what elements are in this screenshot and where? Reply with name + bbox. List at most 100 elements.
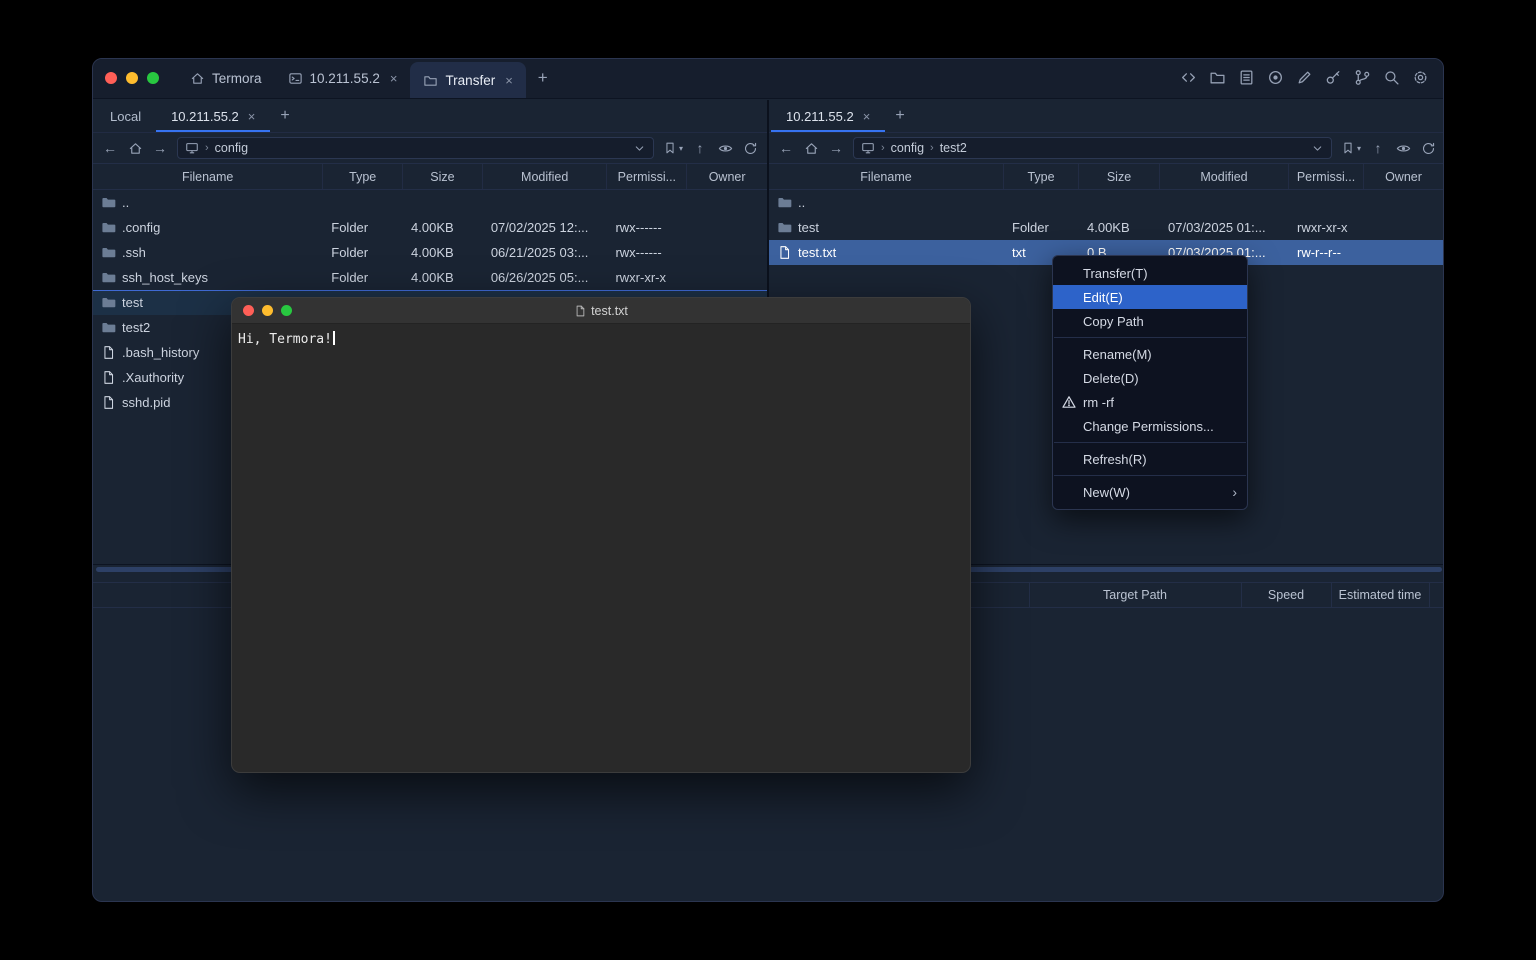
gear-icon[interactable] [1412, 69, 1429, 86]
path-breadcrumb[interactable]: › config › test2 [853, 137, 1332, 159]
subtab-local[interactable]: Local [95, 100, 156, 132]
close-icon[interactable]: × [505, 73, 513, 88]
record-icon[interactable] [1267, 69, 1284, 86]
back-icon[interactable]: ← [102, 141, 118, 155]
cell-size [1079, 190, 1160, 215]
editor-content[interactable]: Hi, Termora! [232, 324, 970, 354]
up-directory-icon[interactable]: ↑ [1370, 141, 1386, 155]
close-icon[interactable]: × [863, 109, 871, 124]
chevron-down-icon[interactable] [633, 142, 646, 155]
table-row[interactable]: .. [93, 190, 767, 215]
toolbar [1180, 69, 1443, 98]
column-header-size[interactable]: Size [403, 164, 483, 189]
table-row[interactable]: test Folder 4.00KB 07/03/2025 01:... rwx… [769, 215, 1444, 240]
close-icon[interactable]: × [390, 71, 398, 86]
column-divider [1429, 583, 1430, 607]
subtab-host[interactable]: 10.211.55.2 × [156, 100, 270, 132]
refresh-icon[interactable] [742, 141, 758, 156]
refresh-icon[interactable] [1420, 141, 1436, 156]
path-breadcrumb[interactable]: › config [177, 137, 654, 159]
home-icon [190, 71, 205, 86]
search-icon[interactable] [1383, 69, 1400, 86]
column-header-owner[interactable]: Owner [1364, 164, 1443, 189]
left-table-header: Filename Type Size Modified Permissi... … [93, 163, 767, 190]
folder-icon [423, 73, 438, 88]
home-icon[interactable] [127, 141, 143, 156]
folder-icon [777, 195, 792, 210]
code-icon[interactable] [1180, 69, 1197, 86]
cell-type: Folder [323, 240, 403, 265]
column-header-speed[interactable]: Speed [1241, 583, 1331, 607]
column-header-type[interactable]: Type [1004, 164, 1079, 189]
column-header-modified[interactable]: Modified [483, 164, 608, 189]
column-header-filename[interactable]: Filename [93, 164, 323, 189]
new-panel-tab-button[interactable]: + [889, 107, 910, 125]
tab-host[interactable]: 10.211.55.2 × [275, 58, 411, 98]
breadcrumb-separator: › [930, 142, 934, 154]
breadcrumb-segment[interactable]: config [215, 141, 248, 155]
bookmark-button[interactable]: ▾ [1341, 141, 1361, 155]
column-header-type[interactable]: Type [323, 164, 403, 189]
forward-icon[interactable]: → [152, 141, 168, 155]
eye-icon[interactable] [717, 141, 733, 156]
close-icon[interactable]: × [248, 109, 256, 124]
folder-icon[interactable] [1209, 69, 1226, 86]
pencil-icon[interactable] [1296, 69, 1313, 86]
bookmark-button[interactable]: ▾ [663, 141, 683, 155]
zoom-window-button[interactable] [147, 72, 159, 84]
column-header-target-path[interactable]: Target Path [1029, 583, 1241, 607]
close-window-button[interactable] [105, 72, 117, 84]
new-panel-tab-button[interactable]: + [274, 107, 295, 125]
column-header-owner[interactable]: Owner [687, 164, 767, 189]
menu-item-new[interactable]: New(W) › [1053, 480, 1247, 504]
cell-permissions: rw-r--r-- [1289, 240, 1364, 265]
minimize-window-button[interactable] [126, 72, 138, 84]
dropdown-arrow-icon: ▾ [1357, 144, 1361, 153]
breadcrumb-segment[interactable]: config [891, 141, 924, 155]
right-table-header: Filename Type Size Modified Permissi... … [769, 163, 1444, 190]
column-header-estimated-time[interactable]: Estimated time [1331, 583, 1429, 607]
breadcrumb-segment[interactable]: test2 [940, 141, 967, 155]
menu-item-transfer[interactable]: Transfer(T) [1053, 261, 1247, 285]
minimize-window-button[interactable] [262, 305, 273, 316]
cell-modified: 07/02/2025 12:... [483, 215, 608, 240]
menu-item-refresh[interactable]: Refresh(R) [1053, 447, 1247, 471]
forward-icon[interactable]: → [828, 141, 844, 155]
document-icon[interactable] [1238, 69, 1255, 86]
column-header-filename[interactable]: Filename [769, 164, 1004, 189]
table-row[interactable]: .config Folder 4.00KB 07/02/2025 12:... … [93, 215, 767, 240]
menu-item-delete[interactable]: Delete(D) [1053, 366, 1247, 390]
key-icon[interactable] [1325, 69, 1342, 86]
menu-divider [1054, 442, 1246, 443]
menu-divider [1054, 337, 1246, 338]
cell-modified [1160, 190, 1289, 215]
table-row[interactable]: ssh_host_keys Folder 4.00KB 06/26/2025 0… [93, 265, 767, 290]
cell-permissions [607, 190, 687, 215]
table-row[interactable]: .ssh Folder 4.00KB 06/21/2025 03:... rwx… [93, 240, 767, 265]
tab-termora[interactable]: Termora [177, 58, 275, 98]
menu-item-copy-path[interactable]: Copy Path [1053, 309, 1247, 333]
cell-type [323, 190, 403, 215]
column-header-size[interactable]: Size [1079, 164, 1160, 189]
up-directory-icon[interactable]: ↑ [692, 141, 708, 155]
menu-item-rename[interactable]: Rename(M) [1053, 342, 1247, 366]
column-header-permissions[interactable]: Permissi... [607, 164, 687, 189]
cell-modified: 06/21/2025 03:... [483, 240, 608, 265]
menu-item-edit[interactable]: Edit(E) [1053, 285, 1247, 309]
right-file-list: .. test Folder 4.00KB 07/03/2025 01:... … [769, 190, 1444, 265]
eye-icon[interactable] [1395, 141, 1411, 156]
menu-item-rm-rf[interactable]: rm -rf [1053, 390, 1247, 414]
branch-icon[interactable] [1354, 69, 1371, 86]
back-icon[interactable]: ← [778, 141, 794, 155]
column-header-modified[interactable]: Modified [1160, 164, 1289, 189]
zoom-window-button[interactable] [281, 305, 292, 316]
table-row[interactable]: .. [769, 190, 1444, 215]
chevron-down-icon[interactable] [1311, 142, 1324, 155]
tab-transfer[interactable]: Transfer × [410, 62, 525, 98]
close-window-button[interactable] [243, 305, 254, 316]
subtab-host[interactable]: 10.211.55.2 × [771, 100, 885, 132]
column-header-permissions[interactable]: Permissi... [1289, 164, 1364, 189]
new-tab-button[interactable]: + [532, 68, 554, 88]
menu-item-change-permissions[interactable]: Change Permissions... [1053, 414, 1247, 438]
home-icon[interactable] [803, 141, 819, 156]
